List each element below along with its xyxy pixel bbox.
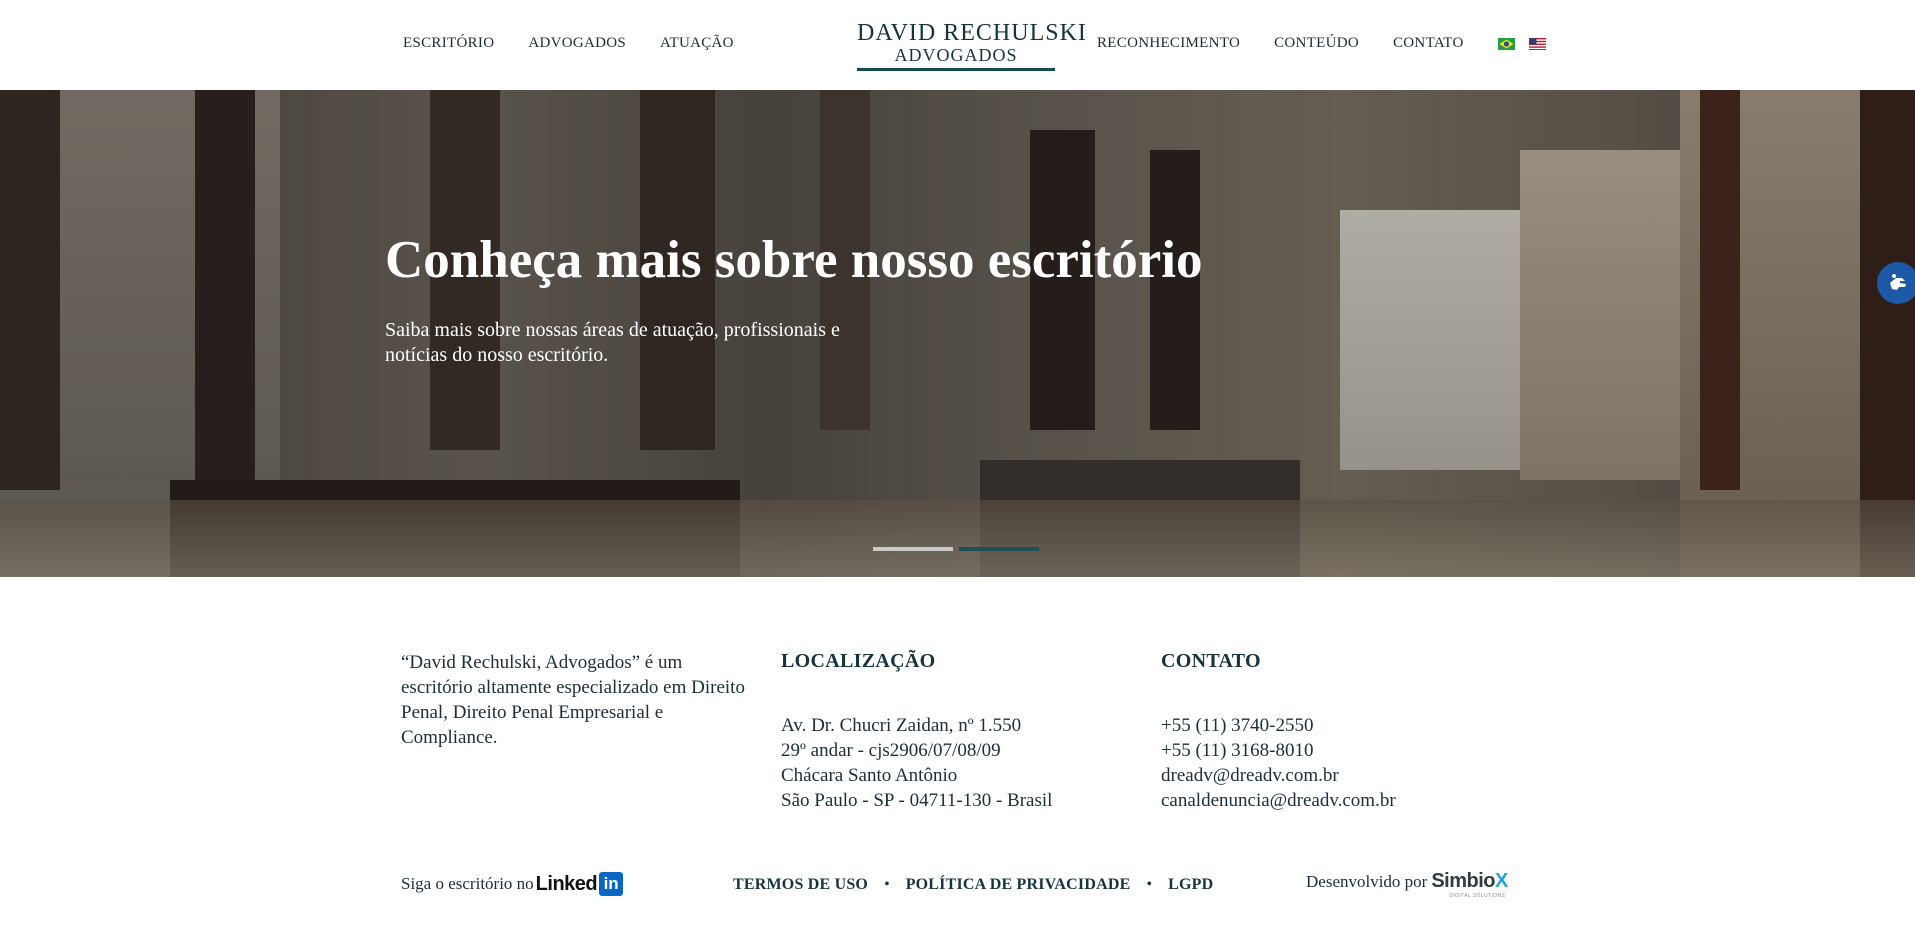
nav-link-escritorio[interactable]: ESCRITÓRIO bbox=[403, 35, 494, 52]
simbiox-logo[interactable]: SimbioX DIGITAL SOLUTIONS bbox=[1431, 870, 1508, 899]
site-logo[interactable]: DAVID RECHULSKI ADVOGADOS bbox=[857, 20, 1087, 71]
developer-credit: Desenvolvido por SimbioX DIGITAL SOLUTIO… bbox=[1306, 870, 1508, 899]
location-column: LOCALIZAÇÃO Av. Dr. Chucri Zaidan, nº 1.… bbox=[781, 650, 1111, 813]
main-nav-left: ESCRITÓRIO ADVOGADOS ATUAÇÃO bbox=[403, 35, 734, 52]
phone-1[interactable]: +55 (11) 3740-2550 bbox=[1161, 713, 1491, 738]
address-line-4: São Paulo - SP - 04711-130 - Brasil bbox=[781, 790, 1053, 811]
slider-pagination bbox=[873, 547, 1039, 551]
developer-text: Desenvolvido por bbox=[1306, 871, 1428, 891]
logo-underline bbox=[857, 68, 1055, 71]
logo-subtitle: ADVOGADOS bbox=[894, 45, 1018, 65]
logo-name: DAVID RECHULSKI bbox=[857, 20, 1087, 46]
slider-dot-2[interactable] bbox=[959, 547, 1039, 551]
contact-title: CONTATO bbox=[1161, 650, 1261, 672]
linkedin-link[interactable]: Linked in bbox=[535, 872, 624, 896]
language-switcher bbox=[1497, 37, 1546, 50]
privacy-policy-link[interactable]: POLÍTICA DE PRIVACIDADE bbox=[906, 876, 1131, 894]
address-line-3: Chácara Santo Antônio bbox=[781, 765, 958, 786]
simbiox-x: X bbox=[1495, 870, 1508, 892]
linkedin-wordmark: Linked bbox=[535, 872, 598, 895]
legal-links: TERMOS DE USO • POLÍTICA DE PRIVACIDADE … bbox=[733, 876, 1213, 894]
location-title: LOCALIZAÇÃO bbox=[781, 650, 936, 672]
legal-separator: • bbox=[1146, 876, 1153, 893]
address-line-2: 29º andar - cjs2906/07/08/09 bbox=[781, 740, 1001, 761]
lgpd-link[interactable]: LGPD bbox=[1168, 876, 1213, 894]
brazil-flag-icon[interactable] bbox=[1497, 37, 1515, 50]
hero-title: Conheça mais sobre nosso escritório bbox=[385, 231, 1203, 289]
contact-column: CONTATO +55 (11) 3740-2550 +55 (11) 3168… bbox=[1161, 650, 1491, 813]
address-line-1: Av. Dr. Chucri Zaidan, nº 1.550 bbox=[781, 715, 1022, 736]
usa-flag-icon[interactable] bbox=[1528, 37, 1546, 50]
slider-dot-1[interactable] bbox=[873, 547, 953, 551]
site-header: ESCRITÓRIO ADVOGADOS ATUAÇÃO DAVID RECHU… bbox=[0, 0, 1915, 90]
simbiox-tagline: DIGITAL SOLUTIONS bbox=[1449, 893, 1506, 899]
about-text: “David Rechulski, Advogados” é um escrit… bbox=[401, 652, 745, 748]
linkedin-icon: in bbox=[599, 872, 624, 896]
hero-slider: Conheça mais sobre nosso escritório Saib… bbox=[0, 90, 1915, 577]
nav-link-reconhecimento[interactable]: RECONHECIMENTO bbox=[1097, 35, 1240, 52]
hero-overlay bbox=[0, 90, 1915, 577]
complaint-email-link[interactable]: canaldenuncia@dreadv.com.br bbox=[1161, 788, 1491, 813]
email-link[interactable]: dreadv@dreadv.com.br bbox=[1161, 763, 1491, 788]
social-follow: Siga o escritório no Linked in bbox=[401, 872, 624, 896]
nav-link-contato[interactable]: CONTATO bbox=[1393, 35, 1464, 52]
terms-of-use-link[interactable]: TERMOS DE USO bbox=[733, 876, 868, 894]
follow-text: Siga o escritório no bbox=[401, 874, 534, 893]
accessibility-hand-icon[interactable] bbox=[1877, 262, 1915, 304]
legal-separator: • bbox=[884, 876, 890, 893]
phone-2[interactable]: +55 (11) 3168-8010 bbox=[1161, 738, 1491, 763]
nav-link-advogados[interactable]: ADVOGADOS bbox=[528, 35, 626, 52]
site-footer: “David Rechulski, Advogados” é um escrit… bbox=[0, 577, 1915, 945]
main-nav-right: RECONHECIMENTO CONTEÚDO CONTATO bbox=[1097, 35, 1546, 52]
simbiox-wordmark: Simbio bbox=[1431, 870, 1496, 892]
nav-link-atuacao[interactable]: ATUAÇÃO bbox=[660, 35, 734, 52]
nav-link-conteudo[interactable]: CONTEÚDO bbox=[1274, 35, 1359, 52]
hero-subtitle: Saiba mais sobre nossas áreas de atuação… bbox=[385, 319, 840, 366]
